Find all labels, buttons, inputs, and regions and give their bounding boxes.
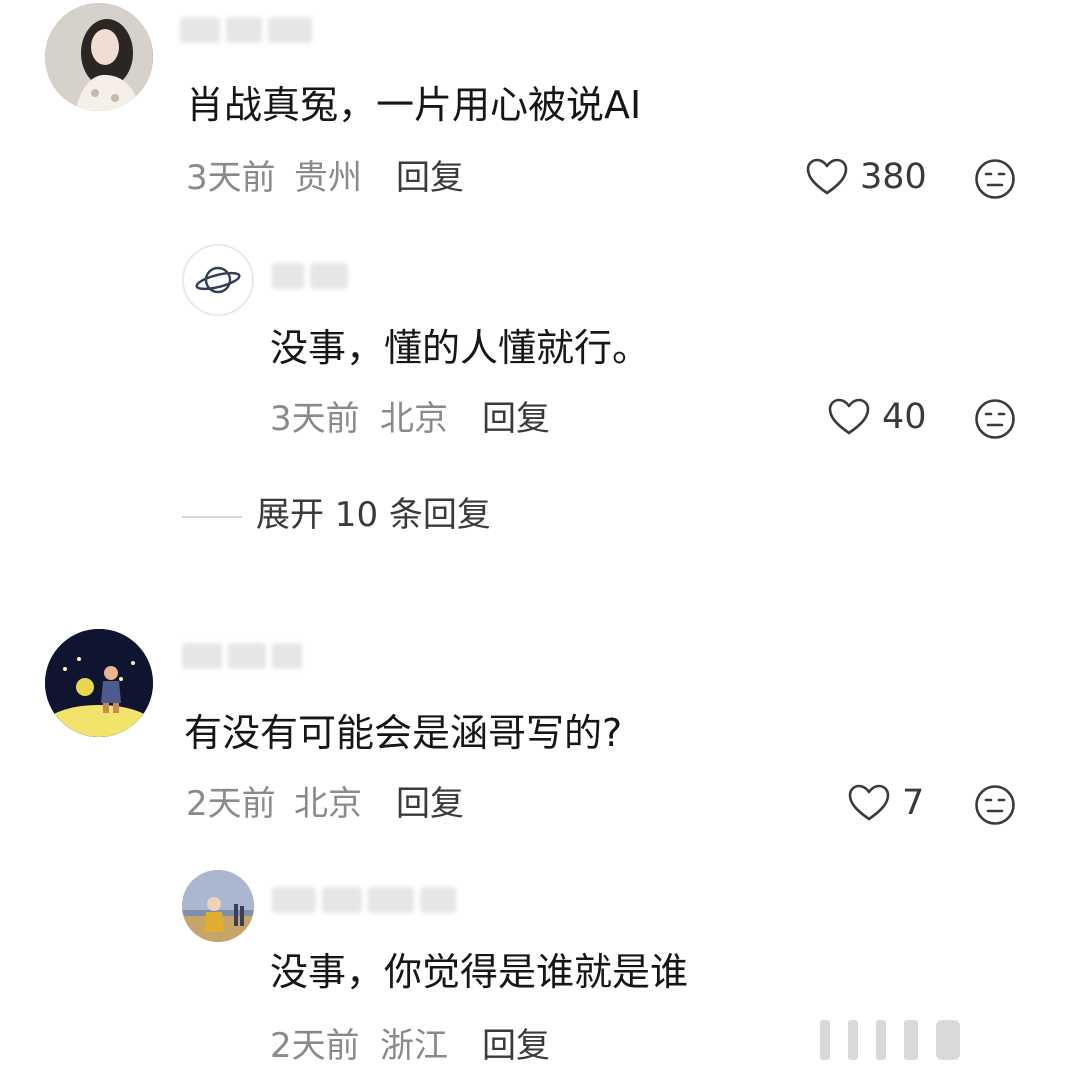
- like-button[interactable]: 7: [848, 784, 924, 822]
- heart-outline-icon: [848, 784, 890, 821]
- comment-time: 2天前: [186, 784, 276, 824]
- username-blurred: [180, 10, 312, 50]
- reply-button[interactable]: 回复: [482, 1029, 550, 1063]
- neutral-face-icon: [975, 159, 1015, 199]
- dislike-button[interactable]: [974, 398, 1016, 440]
- reply-text: 没事，你觉得是谁就是谁: [270, 950, 689, 994]
- neutral-face-icon: [975, 785, 1015, 825]
- reply-username-blurred: [272, 880, 456, 920]
- planet-icon: [195, 266, 241, 294]
- heart-outline-icon: [806, 158, 848, 195]
- neutral-face-icon: [975, 399, 1015, 439]
- like-button[interactable]: 380: [806, 158, 927, 196]
- comment-location: 贵州: [294, 158, 362, 198]
- dislike-button[interactable]: [974, 784, 1016, 826]
- avatar-user-1[interactable]: [45, 3, 153, 111]
- like-count: 40: [882, 396, 927, 437]
- reply-username-blurred: [272, 256, 348, 296]
- reply-button[interactable]: 回复: [396, 161, 464, 195]
- like-count: 7: [902, 782, 925, 823]
- avatar-reply-1[interactable]: [182, 244, 254, 316]
- expand-divider: [182, 516, 242, 518]
- comment-text: 肖战真冤，一片用心被说AI: [186, 83, 642, 127]
- comment-text: 有没有可能会是涵哥写的?: [184, 711, 623, 755]
- comment-time: 3天前: [186, 158, 276, 198]
- avatar-reply-2[interactable]: [182, 870, 254, 942]
- username-blurred: [182, 636, 302, 676]
- comment-location: 北京: [294, 784, 362, 824]
- reply-button[interactable]: 回复: [396, 787, 464, 821]
- reply-time: 3天前: [270, 399, 360, 439]
- like-button[interactable]: 40: [828, 398, 927, 436]
- reply-location: 浙江: [380, 1026, 448, 1066]
- dislike-button[interactable]: [974, 158, 1016, 200]
- heart-outline-icon: [828, 398, 870, 435]
- avatar-user-2[interactable]: [45, 629, 153, 737]
- reply-location: 北京: [380, 399, 448, 439]
- like-count: 380: [860, 156, 927, 197]
- reply-button[interactable]: 回复: [482, 402, 550, 436]
- expand-replies-button[interactable]: 展开 10 条回复: [256, 498, 491, 532]
- watermark-bars: [820, 1020, 960, 1060]
- reply-time: 2天前: [270, 1026, 360, 1066]
- reply-text: 没事，懂的人懂就行。: [270, 326, 651, 370]
